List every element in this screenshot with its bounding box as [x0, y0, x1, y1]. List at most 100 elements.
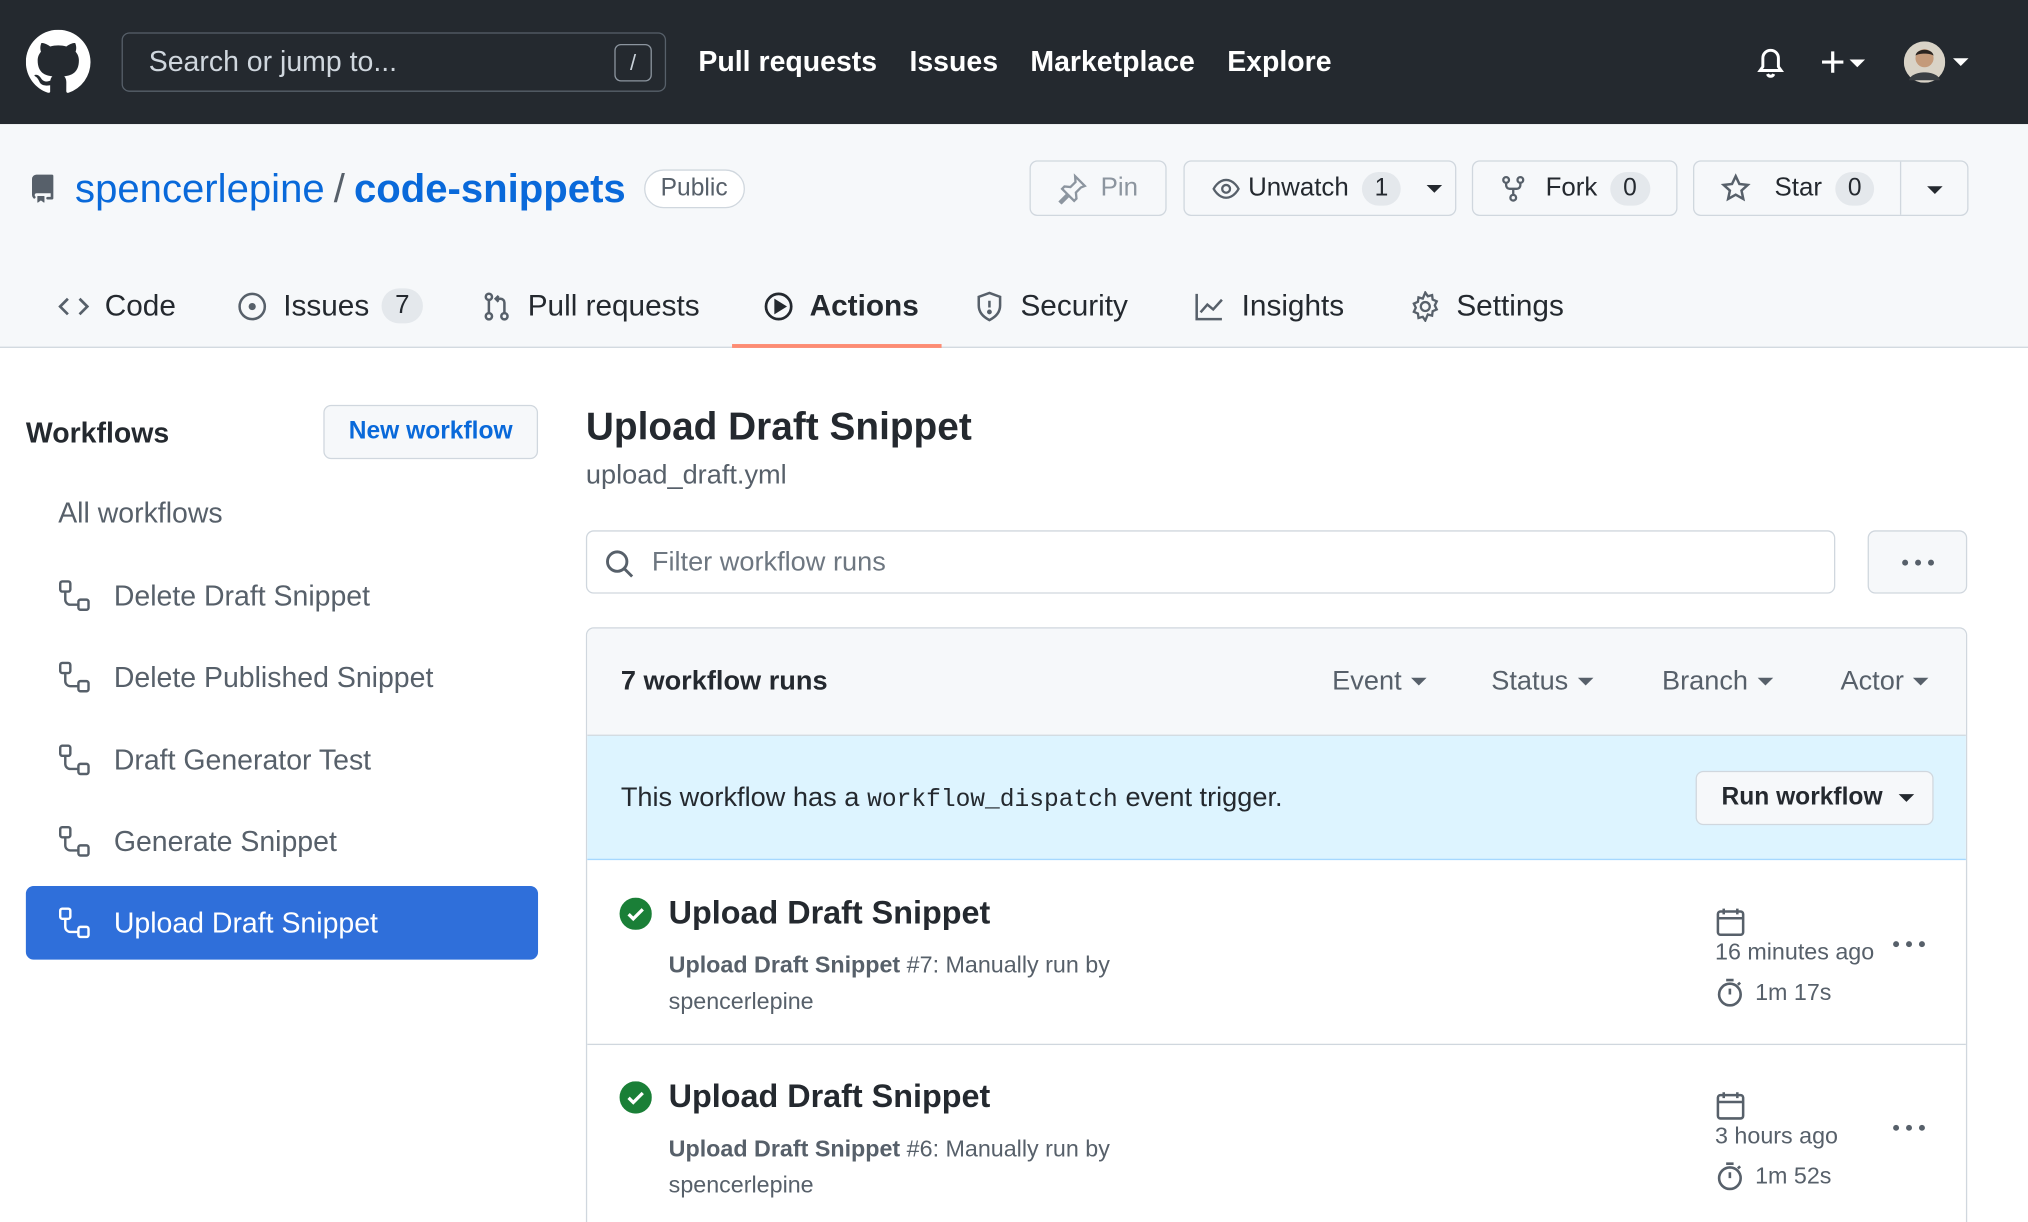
- run-meta: Upload Draft Snippet #7: Manually run by…: [669, 947, 1212, 1019]
- workflow-icon: [59, 744, 90, 776]
- tab-security[interactable]: Security: [974, 264, 1128, 348]
- tab-issues[interactable]: Issues 7: [237, 264, 423, 348]
- sidebar-item-delete-published-snippet[interactable]: Delete Published Snippet: [26, 640, 538, 714]
- tab-settings-label: Settings: [1456, 288, 1564, 323]
- chevron-down-icon: [1410, 677, 1427, 686]
- sidebar-item-label: Delete Draft Snippet: [113, 578, 371, 612]
- user-menu[interactable]: [1903, 41, 1971, 83]
- unwatch-button[interactable]: Unwatch 1: [1183, 160, 1457, 216]
- kebab-horizontal-icon[interactable]: [1891, 1123, 1927, 1133]
- page-root: / Pull requests Issues Marketplace Explo…: [0, 0, 2028, 1222]
- chevron-down-icon[interactable]: [1427, 184, 1443, 193]
- tab-pull-requests[interactable]: Pull requests: [481, 264, 700, 348]
- sidebar-item-upload-draft-snippet[interactable]: Upload Draft Snippet: [25, 885, 539, 960]
- star-divider: [1899, 161, 1902, 215]
- fork-label: Fork: [1545, 173, 1598, 202]
- tab-settings[interactable]: Settings: [1410, 264, 1564, 348]
- star-count: 0: [1834, 171, 1875, 205]
- notifications-bell-icon[interactable]: [1754, 44, 1788, 80]
- run-duration-value: 1m 52s: [1755, 1162, 1832, 1189]
- sidebar-item-delete-draft-snippet[interactable]: Delete Draft Snippet: [26, 559, 538, 633]
- sidebar-item-draft-generator-test[interactable]: Draft Generator Test: [26, 723, 538, 797]
- run-row[interactable]: Upload Draft Snippet Upload Draft Snippe…: [587, 1045, 1966, 1222]
- top-nav: Pull requests Issues Marketplace Explore: [698, 0, 1331, 124]
- dispatch-banner: This workflow has a workflow_dispatch even…: [587, 735, 1966, 861]
- tab-security-label: Security: [1020, 288, 1128, 323]
- run-workflow-name: Upload Draft Snippet: [668, 1135, 901, 1162]
- pin-icon: [1058, 172, 1087, 204]
- dispatch-suffix: event trigger.: [1125, 782, 1283, 813]
- run-title-link[interactable]: Upload Draft Snippet: [669, 895, 991, 933]
- workflow-icon: [59, 825, 90, 857]
- workflow-options-button[interactable]: [1867, 530, 1968, 594]
- repo-separator: /: [333, 165, 345, 211]
- all-workflows-link[interactable]: All workflows: [58, 497, 222, 531]
- calendar-icon: [1716, 1092, 1745, 1120]
- run-workflow-button[interactable]: Run workflow: [1695, 770, 1934, 826]
- star-icon: [1720, 172, 1751, 201]
- workflow-icon: [59, 580, 90, 611]
- repo-forked-icon: [1502, 175, 1525, 202]
- code-icon: [58, 297, 90, 315]
- star-label: Star: [1774, 173, 1822, 202]
- filter-runs-input[interactable]: [587, 531, 1834, 593]
- chevron-down-icon: [1898, 794, 1914, 802]
- sidebar-item-generate-snippet[interactable]: Generate Snippet: [26, 804, 538, 878]
- dispatch-message: This workflow has a workflow_dispatch even…: [621, 782, 1283, 813]
- run-meta: Upload Draft Snippet #6: Manually run by…: [669, 1130, 1212, 1202]
- branch-filter-label: Branch: [1661, 666, 1749, 696]
- stopwatch-icon: [1717, 978, 1742, 1007]
- run-row[interactable]: Upload Draft Snippet Upload Draft Snippe…: [587, 861, 1966, 1046]
- status-filter-dropdown[interactable]: Status: [1491, 666, 1593, 697]
- dispatch-prefix: This workflow has a: [620, 782, 860, 813]
- new-workflow-button[interactable]: New workflow: [323, 404, 539, 460]
- star-button[interactable]: Star 0: [1693, 160, 1969, 216]
- kebab-horizontal-icon[interactable]: [1891, 939, 1927, 949]
- tab-code-label: Code: [104, 288, 176, 323]
- tab-insights[interactable]: Insights: [1192, 264, 1344, 348]
- search-input[interactable]: [122, 33, 665, 91]
- runs-list-header: 7 workflow runs Event Status Branch Acto…: [587, 628, 1966, 736]
- graph-icon: [1195, 293, 1223, 320]
- run-timestamp: 3 hours ago: [1715, 1122, 1838, 1149]
- git-pull-request-icon: [484, 291, 509, 320]
- unwatch-label: Unwatch: [1248, 173, 1349, 202]
- branch-filter-dropdown[interactable]: Branch: [1662, 666, 1773, 697]
- run-title-link[interactable]: Upload Draft Snippet: [669, 1079, 991, 1117]
- nav-explore[interactable]: Explore: [1227, 45, 1331, 79]
- chevron-down-icon: [1849, 59, 1866, 68]
- actor-filter-dropdown[interactable]: Actor: [1840, 666, 1929, 697]
- event-filter-dropdown[interactable]: Event: [1332, 666, 1427, 697]
- repo-owner-link[interactable]: spencerlepine: [75, 166, 325, 213]
- tab-code[interactable]: Code: [58, 264, 176, 348]
- active-tab-indicator: [732, 344, 942, 348]
- chevron-down-icon: [1757, 677, 1773, 686]
- repo-icon: [32, 174, 54, 203]
- workflow-icon: [59, 661, 90, 693]
- chevron-down-icon[interactable]: [1927, 186, 1943, 195]
- check-circle-fill-icon: [619, 1081, 652, 1114]
- plus-icon: [1822, 51, 1844, 73]
- nav-pull-requests[interactable]: Pull requests: [698, 45, 877, 79]
- workflows-heading: Workflows: [25, 416, 170, 449]
- global-search[interactable]: /: [121, 32, 667, 92]
- chevron-down-icon: [1952, 58, 1969, 66]
- repo-tabs: Code Issues 7 Pull requests Actions Secu…: [0, 264, 2028, 348]
- fork-button[interactable]: Fork 0: [1471, 160, 1678, 216]
- tab-actions[interactable]: Actions: [763, 264, 919, 348]
- dispatch-code: workflow_dispatch: [867, 785, 1118, 814]
- workflow-file-link[interactable]: upload_draft.yml: [586, 460, 787, 491]
- repo-name-link[interactable]: code-snippets: [354, 166, 626, 213]
- create-new-dropdown[interactable]: [1818, 44, 1875, 80]
- nav-issues[interactable]: Issues: [909, 45, 998, 79]
- search-shortcut-key: /: [614, 43, 652, 82]
- calendar-icon: [1716, 908, 1745, 937]
- pin-button[interactable]: Pin: [1029, 160, 1167, 216]
- run-actor: spencerlepine: [668, 1171, 814, 1198]
- nav-marketplace[interactable]: Marketplace: [1030, 45, 1195, 79]
- play-icon: [764, 291, 793, 320]
- github-logo-icon[interactable]: [25, 29, 91, 95]
- repo-header: spencerlepine / code-snippets Public Pin…: [0, 124, 2028, 348]
- event-filter-label: Event: [1332, 666, 1402, 696]
- filter-runs[interactable]: [585, 530, 1836, 594]
